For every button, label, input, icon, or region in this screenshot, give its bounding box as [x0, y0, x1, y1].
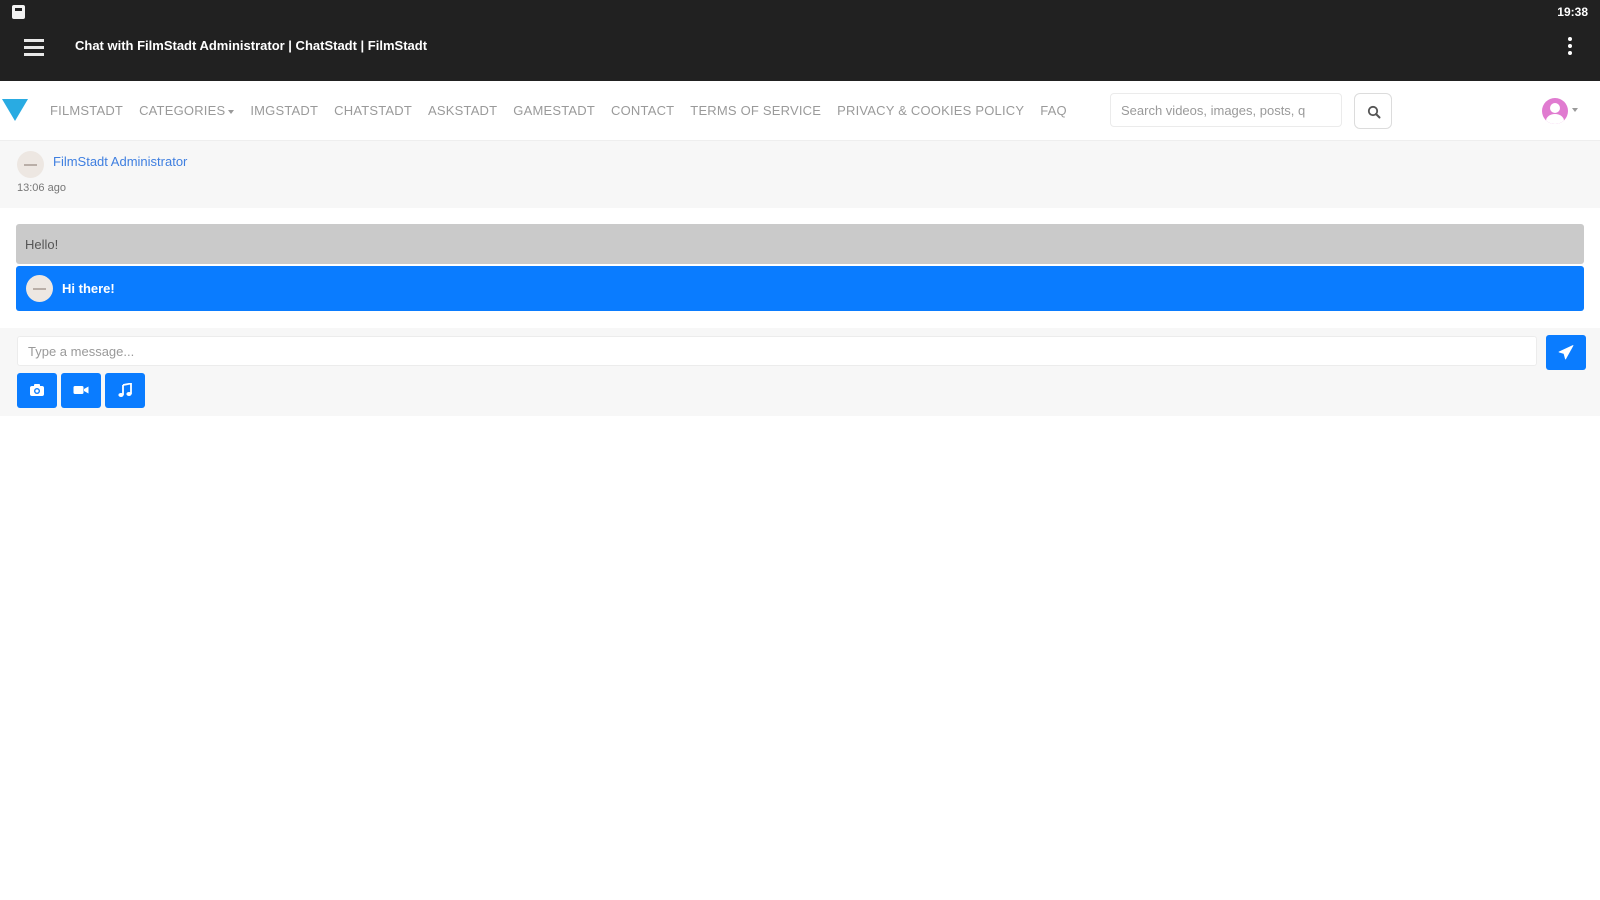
contact-avatar: [17, 151, 44, 178]
notification-icon: [12, 5, 25, 19]
nav-links: FILMSTADT CATEGORIES IMGSTADT CHATSTADT …: [50, 103, 1067, 118]
nav-link-categories-label: CATEGORIES: [139, 103, 226, 118]
music-icon: [118, 383, 132, 397]
chevron-down-icon: [228, 109, 235, 114]
camera-icon: [30, 384, 44, 396]
app-title: Chat with FilmStadt Administrator | Chat…: [75, 38, 428, 53]
chat-header: FilmStadt Administrator 13:06 ago: [0, 141, 1600, 208]
send-icon: [1558, 345, 1574, 360]
media-buttons: [17, 373, 145, 408]
status-time: 19:38: [1557, 5, 1588, 19]
message-incoming: Hello!: [16, 224, 1584, 264]
nav-link-filmstadt[interactable]: FILMSTADT: [50, 103, 123, 118]
avatar: [1542, 98, 1568, 124]
nav-link-chatstadt[interactable]: CHATSTADT: [334, 103, 412, 118]
video-icon: [73, 386, 89, 394]
nav-link-contact[interactable]: CONTACT: [611, 103, 674, 118]
nav-link-terms[interactable]: TERMS OF SERVICE: [690, 103, 821, 118]
nav-link-faq[interactable]: FAQ: [1040, 103, 1067, 118]
message-outgoing: Hi there!: [16, 266, 1584, 311]
photo-upload-button[interactable]: [17, 373, 57, 408]
search-input[interactable]: [1110, 93, 1342, 127]
logo[interactable]: [2, 99, 28, 121]
message-composer: [0, 328, 1600, 416]
nav-link-imgstadt[interactable]: IMGSTADT: [250, 103, 318, 118]
audio-upload-button[interactable]: [105, 373, 145, 408]
status-bar: 19:38: [0, 0, 1600, 24]
nav-link-categories[interactable]: CATEGORIES: [139, 103, 235, 118]
nav-link-privacy[interactable]: PRIVACY & COOKIES POLICY: [837, 103, 1024, 118]
user-menu[interactable]: [1542, 98, 1582, 126]
nav-link-askstadt[interactable]: ASKSTADT: [428, 103, 497, 118]
message-text: Hello!: [25, 237, 59, 252]
send-button[interactable]: [1546, 335, 1586, 370]
message-text: Hi there!: [62, 281, 115, 296]
sender-avatar: [26, 275, 53, 302]
contact-name-link[interactable]: FilmStadt Administrator: [53, 154, 187, 169]
more-options-icon[interactable]: [1568, 37, 1572, 57]
last-seen-time: 13:06 ago: [17, 182, 66, 194]
search-button[interactable]: [1354, 93, 1392, 129]
menu-icon[interactable]: [24, 39, 44, 57]
site-navbar: FILMSTADT CATEGORIES IMGSTADT CHATSTADT …: [0, 81, 1600, 141]
chevron-down-icon: [1572, 108, 1578, 112]
nav-link-gamestadt[interactable]: GAMESTADT: [513, 103, 595, 118]
search-icon: [1367, 105, 1381, 119]
message-input[interactable]: [17, 336, 1537, 366]
app-bar: Chat with FilmStadt Administrator | Chat…: [0, 24, 1600, 81]
video-upload-button[interactable]: [61, 373, 101, 408]
